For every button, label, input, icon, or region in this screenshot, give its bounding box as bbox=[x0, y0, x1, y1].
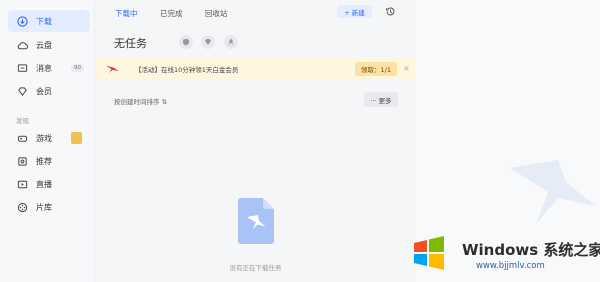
thunder-bird-watermark-icon bbox=[510, 160, 596, 224]
empty-state-text: 没有正在下载任务 bbox=[229, 264, 282, 272]
sidebar-item-label: 片库 bbox=[36, 202, 52, 212]
sort-toggle[interactable]: 按创建时间排序 ⇅ bbox=[114, 96, 167, 106]
message-count-badge: 90 bbox=[71, 64, 84, 72]
sidebar-item-label: 下载 bbox=[36, 16, 52, 26]
sidebar-item-cloud[interactable]: 云盘 bbox=[8, 34, 90, 56]
sidebar-item-messages[interactable]: 消息 90 bbox=[8, 57, 90, 79]
download-icon bbox=[16, 15, 28, 27]
sidebar-item-label: 云盘 bbox=[36, 40, 52, 50]
diamond-icon bbox=[16, 85, 28, 97]
more-button[interactable]: ··· 更多 bbox=[364, 92, 398, 107]
game-badge-icon bbox=[71, 132, 82, 144]
sidebar-item-games[interactable]: 游戏 bbox=[8, 127, 90, 149]
tab-completed[interactable]: 已完成 bbox=[160, 8, 183, 19]
sidebar-item-recommend[interactable]: 推荐 bbox=[8, 150, 90, 172]
live-icon bbox=[16, 178, 28, 190]
message-icon bbox=[16, 62, 28, 74]
windows-logo-icon bbox=[414, 236, 444, 270]
download-panel: 下载中 已完成 回收站 + 新建 无任务 【活动】在线10分钟领1天白金会员 领… bbox=[96, 0, 415, 282]
new-task-button[interactable]: + 新建 bbox=[337, 5, 372, 18]
sidebar-item-live[interactable]: 直播 bbox=[8, 173, 90, 195]
sidebar-item-label: 推荐 bbox=[36, 156, 52, 166]
promo-banner: 【活动】在线10分钟领1天白金会员 领取：1/1 × bbox=[96, 58, 415, 80]
diamond-icon[interactable] bbox=[201, 35, 215, 49]
sidebar-item-label: 游戏 bbox=[36, 133, 52, 143]
sidebar-item-vip[interactable]: 会员 bbox=[8, 80, 90, 102]
watermark-title: Windows 系统之家 bbox=[462, 241, 600, 259]
rocket-icon[interactable] bbox=[224, 35, 238, 49]
claim-button[interactable]: 领取：1/1 bbox=[355, 62, 397, 76]
tab-recycle-bin[interactable]: 回收站 bbox=[205, 8, 228, 19]
shield-icon[interactable] bbox=[179, 35, 193, 49]
empty-file-icon bbox=[238, 198, 274, 244]
sidebar-item-label: 直播 bbox=[36, 179, 52, 189]
history-icon[interactable] bbox=[385, 6, 396, 17]
tab-downloading[interactable]: 下载中 bbox=[115, 8, 138, 19]
cloud-icon bbox=[16, 39, 28, 51]
site-watermark: Windows 系统之家 www.bjjmlv.com bbox=[404, 228, 600, 282]
recommend-icon bbox=[16, 155, 28, 167]
thunder-bird-icon bbox=[105, 65, 119, 74]
page-title: 无任务 bbox=[114, 37, 147, 50]
film-icon bbox=[16, 201, 28, 213]
sidebar-item-download[interactable]: 下载 bbox=[8, 10, 90, 32]
sidebar: 下载 云盘 消息 90 会员 发现 游戏 推荐 直播 片库 bbox=[0, 0, 95, 282]
sidebar-item-label: 消息 bbox=[36, 63, 52, 73]
watermark-url: www.bjjmlv.com bbox=[476, 261, 545, 271]
app-window: 下载 云盘 消息 90 会员 发现 游戏 推荐 直播 片库 下载中 已完成 回收… bbox=[0, 0, 600, 282]
banner-text: 【活动】在线10分钟领1天白金会员 bbox=[135, 66, 239, 74]
sidebar-item-label: 会员 bbox=[36, 86, 52, 96]
sidebar-item-film-library[interactable]: 片库 bbox=[8, 196, 90, 218]
banner-close-icon[interactable]: × bbox=[403, 64, 410, 74]
gamepad-icon bbox=[16, 132, 28, 144]
section-label-discover: 发现 bbox=[16, 117, 29, 125]
